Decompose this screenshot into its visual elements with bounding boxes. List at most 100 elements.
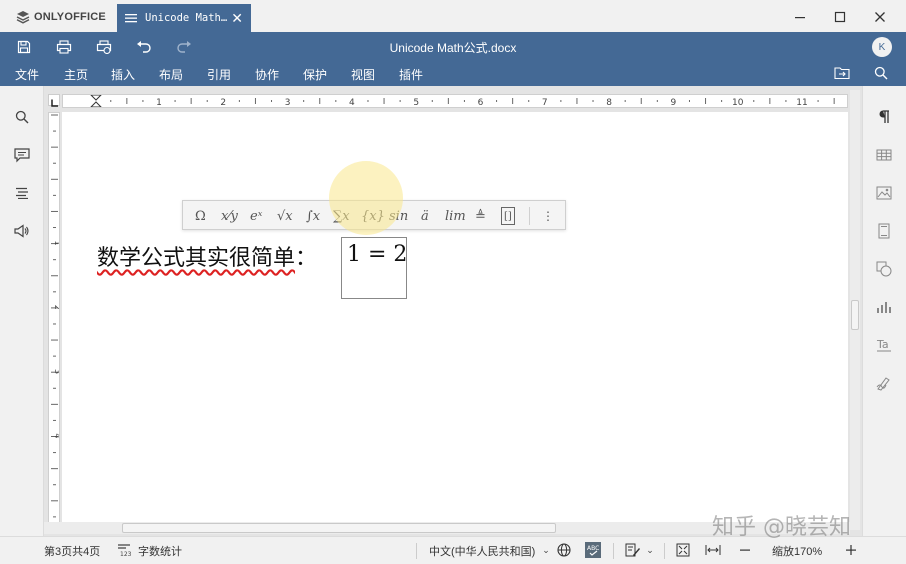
feedback-button[interactable] [13,222,31,240]
ruler-label: 5 [413,98,419,107]
zoom-level[interactable]: 缩放170% [772,543,822,559]
ruler-label: 6 [478,98,484,107]
menu-references[interactable]: 引用 [207,66,231,83]
right-sidebar: Ta [862,86,906,536]
fit-page-icon[interactable] [675,542,691,558]
save-button[interactable] [15,39,33,55]
menu-file[interactable]: 文件 [15,66,39,83]
close-icon [875,12,885,22]
document-paragraph[interactable]: 数学公式其实很简单： [97,240,317,271]
page-info[interactable]: 第3页共4页 [44,543,100,559]
globe-icon[interactable] [556,542,572,558]
vertical-scroll-thumb[interactable] [851,300,859,330]
word-count-label[interactable]: 字数统计 [138,543,182,559]
comment-icon [14,147,30,162]
left-sidebar [0,86,44,536]
symbols-button[interactable]: Ω [195,207,206,225]
redo-button[interactable] [175,39,193,55]
comments-button[interactable] [13,146,31,164]
more-options-button[interactable]: ⋮ [542,207,554,225]
menu-collaboration[interactable]: 协作 [255,66,279,83]
word-count-icon[interactable]: 123 [116,542,132,558]
svg-text:Ta: Ta [876,338,889,351]
pilcrow-icon [879,110,889,123]
spellcheck-icon[interactable]: ABC [585,542,601,558]
watermark: 知乎 @晓芸知 [712,515,851,540]
horizontal-scroll-thumb[interactable] [122,523,556,533]
equation-toolbar: Ω x⁄y eˣ √x ∫x ∑x {x} sin ä lim ≜ [] ⋮ [182,200,566,230]
radical-button[interactable]: √x [277,207,293,225]
menu-plugins[interactable]: 插件 [399,66,423,83]
undo-button[interactable] [135,39,153,55]
minimize-icon [795,17,805,19]
operator-button[interactable]: ≜ [475,207,486,225]
minimize-button[interactable] [786,6,814,28]
table-settings-button[interactable] [875,146,893,164]
signature-icon [876,377,890,391]
fraction-button[interactable]: x⁄y [221,207,238,225]
paragraph-settings-button[interactable] [875,108,893,126]
zoom-in-icon[interactable] [843,542,859,558]
text-art-settings-button[interactable]: Ta [875,336,893,354]
menu-layout[interactable]: 布局 [159,66,183,83]
accent-button[interactable]: ä [421,207,429,225]
indent-marker-icon[interactable] [90,94,102,108]
track-changes-icon[interactable] [625,542,641,558]
image-settings-button[interactable] [875,184,893,202]
vertical-ruler[interactable]: 1 2 3 4 [48,112,60,532]
close-tab-icon[interactable]: ✕ [231,10,243,27]
open-location-button[interactable] [833,65,851,81]
language-dropdown-icon[interactable]: ⌄ [538,542,554,558]
status-divider [664,543,665,559]
vertical-ruler-ticks: 1 2 3 4 [51,114,59,518]
track-changes-dropdown-icon[interactable]: ⌄ [642,542,658,558]
shape-settings-button[interactable] [875,260,893,278]
image-icon [876,186,892,200]
chart-icon [877,302,891,313]
quick-print-button[interactable] [95,39,113,55]
fit-width-icon[interactable] [705,542,721,558]
integral-button[interactable]: ∫x [306,207,320,225]
matrix-button[interactable]: [] [501,207,515,225]
bracket-button[interactable]: {x} [361,207,385,225]
equation-object[interactable]: 1 = 2 [341,237,407,299]
function-button[interactable]: sin [389,207,408,225]
header-search-button[interactable] [872,65,890,81]
chart-settings-button[interactable] [875,298,893,316]
find-button[interactable] [13,108,31,126]
save-icon [17,40,31,54]
signature-settings-button[interactable] [875,374,893,392]
speaker-icon [14,224,29,238]
maximize-icon [834,11,846,23]
menu-view[interactable]: 视图 [351,66,375,83]
search-icon [874,66,888,80]
menu-home[interactable]: 主页 [64,66,88,83]
document-tab[interactable]: Unicode Math… ✕ [117,4,251,32]
maximize-button[interactable] [826,6,854,28]
large-operator-button[interactable]: ∑x [333,207,350,225]
shape-icon [876,261,892,277]
ruler-label: 11 [796,98,807,107]
print-button[interactable] [55,39,73,55]
table-icon [876,149,892,161]
script-button[interactable]: eˣ [250,207,262,225]
app-window: ONLYOFFICE Unicode Math… ✕ Unicode Math公… [0,0,906,564]
zoom-out-icon[interactable] [737,542,753,558]
ruler-label: 3 [285,98,291,107]
navigation-button[interactable] [13,184,31,202]
close-window-button[interactable] [866,6,894,28]
ruler-label: 10 [732,98,744,107]
document-page[interactable] [62,112,848,522]
limit-log-button[interactable]: lim [445,207,466,225]
header-footer-settings-button[interactable] [875,222,893,240]
menu-insert[interactable]: 插入 [111,66,135,83]
horizontal-ruler[interactable]: 1 2 3 4 5 6 7 8 9 10 11 [62,94,848,108]
toolbar-divider [529,207,530,225]
undo-icon [137,41,151,53]
menu-protection[interactable]: 保护 [303,66,327,83]
vertical-scrollbar[interactable] [850,90,860,530]
tab-stop-selector[interactable] [48,94,60,107]
language-selector[interactable]: 中文(中华人民共和国) [429,543,535,559]
user-avatar[interactable]: K [872,37,892,57]
document-workspace: 1234567891011 1234 [44,86,862,536]
